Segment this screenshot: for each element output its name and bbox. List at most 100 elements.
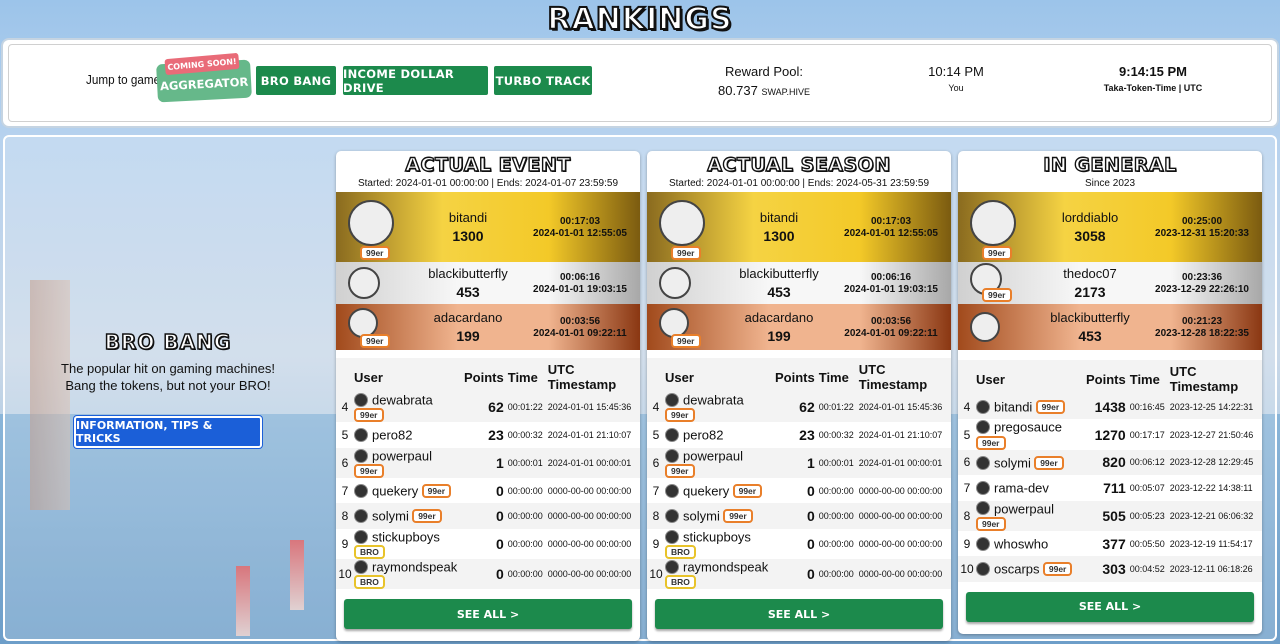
- podium-user: blackibutterfly: [739, 266, 819, 281]
- user-avatar-icon: [665, 529, 679, 544]
- row-points: 23: [799, 427, 815, 444]
- row-user: powerpaul: [683, 448, 743, 464]
- row-points: 0: [495, 508, 504, 525]
- row-timestamp: 2023-12-21 06:06:32: [1169, 510, 1254, 521]
- row-rank: 5: [341, 428, 349, 443]
- col-timestamp: UTC Timestamp: [1169, 360, 1262, 394]
- row-user-cell: raymondspeak BRO: [665, 559, 775, 590]
- table-row[interactable]: 9 stickupboys BRO 0 00:00:00 0000-00-00 …: [336, 529, 640, 560]
- leaderboard-table: User Points Time UTC Timestamp 4 dewabra…: [647, 358, 951, 590]
- table-row[interactable]: 8 solymi 99er 0 00:00:00 0000-00-00 00:0…: [336, 503, 640, 529]
- user-avatar-icon: [665, 392, 679, 407]
- user-avatar-icon: [976, 501, 990, 516]
- table-row[interactable]: 7 rama-dev 711 00:05:07 2023-12-22 14:38…: [958, 475, 1262, 500]
- table-row[interactable]: 9 stickupboys BRO 0 00:00:00 0000-00-00 …: [647, 529, 951, 560]
- podium-entry[interactable]: 99er lorddiablo 3058 00:25:00 2023-12-31…: [958, 192, 1262, 262]
- leaderboard-card: ACTUAL EVENT Started: 2024-01-01 00:00:0…: [336, 151, 640, 642]
- table-row[interactable]: 8 solymi 99er 0 00:00:00 0000-00-00 00:0…: [647, 503, 951, 529]
- see-all-button[interactable]: SEE ALL >: [344, 599, 632, 630]
- podium-entry[interactable]: 99er adacardano 199 00:03:56 2024-01-01 …: [336, 304, 640, 350]
- user-avatar-icon: [665, 448, 679, 463]
- row-time: 00:00:00: [507, 485, 543, 496]
- user-avatar-icon: [354, 428, 368, 443]
- table-row[interactable]: 10 oscarps 99er 303 00:04:52 2023-12-11 …: [958, 556, 1262, 582]
- podium-points: 453: [767, 284, 791, 300]
- row-user: solymi: [994, 455, 1031, 471]
- row-points: 1: [495, 454, 504, 471]
- table-row[interactable]: 10 raymondspeak BRO 0 00:00:00 0000-00-0…: [647, 559, 951, 590]
- row-user-cell: stickupboys BRO: [665, 529, 775, 560]
- row-points: 1438: [1094, 398, 1126, 415]
- row-points: 0: [806, 482, 815, 499]
- user-tag: BRO: [665, 545, 696, 560]
- user-tag: 99er: [982, 288, 1012, 302]
- user-avatar-icon: [665, 483, 679, 498]
- col-time: Time: [1129, 360, 1170, 394]
- podium-points: 3058: [1074, 228, 1106, 244]
- row-timestamp: 2023-12-22 14:38:11: [1169, 482, 1253, 493]
- col-user: User: [665, 358, 775, 392]
- game-button-income-dollar-drive[interactable]: INCOME DOLLAR DRIVE: [343, 66, 488, 95]
- table-row[interactable]: 9 whoswho 377 00:05:50 2023-12-19 11:54:…: [958, 531, 1262, 556]
- table-row[interactable]: 6 solymi 99er 820 00:06:12 2023-12-28 12…: [958, 449, 1262, 476]
- table-row[interactable]: 7 quekery 99er 0 00:00:00 0000-00-00 00:…: [647, 478, 951, 503]
- row-points: 820: [1102, 454, 1126, 471]
- see-all-button[interactable]: SEE ALL >: [966, 591, 1254, 622]
- table-row[interactable]: 10 raymondspeak BRO 0 00:00:00 0000-00-0…: [336, 559, 640, 590]
- row-user-cell: oscarps 99er: [976, 556, 1086, 581]
- table-row[interactable]: 4 bitandi 99er 1438 00:16:45 2023-12-25 …: [958, 394, 1262, 420]
- row-time: 00:04:52: [1129, 563, 1165, 574]
- row-user: powerpaul: [372, 448, 432, 464]
- row-user: pero82: [683, 427, 724, 443]
- user-avatar: [348, 267, 380, 299]
- podium-entry[interactable]: blackibutterfly 453 00:06:16 2024-01-01 …: [336, 262, 640, 304]
- row-user: oscarps: [994, 561, 1040, 577]
- game-button-bro-bang[interactable]: BRO BANG: [256, 66, 336, 95]
- table-row[interactable]: 4 dewabrata 99er 62 00:01:22 2024-01-01 …: [647, 392, 951, 423]
- row-timestamp: 0000-00-00 00:00:00: [547, 569, 632, 580]
- user-avatar-icon: [976, 480, 990, 495]
- table-row[interactable]: 5 pregosauce 99er 1270 00:17:17 2023-12-…: [958, 419, 1262, 450]
- table-row[interactable]: 8 powerpaul 99er 505 00:05:23 2023-12-21…: [958, 500, 1262, 531]
- table-row[interactable]: 7 quekery 99er 0 00:00:00 0000-00-00 00:…: [336, 478, 640, 503]
- row-user-cell: solymi 99er: [665, 503, 775, 528]
- row-rank: 4: [652, 400, 660, 415]
- local-time-label: You: [948, 83, 964, 93]
- user-avatar-icon: [354, 559, 368, 574]
- page-title: RANKINGS: [546, 1, 733, 38]
- information-tips-button[interactable]: INFORMATION, TIPS & TRICKS: [74, 416, 262, 448]
- user-avatar: [970, 200, 1016, 246]
- user-tag: 99er: [354, 408, 384, 423]
- podium-entry[interactable]: blackibutterfly 453 00:21:23 2023-12-28 …: [958, 304, 1262, 350]
- row-points: 0: [495, 566, 504, 583]
- row-user-cell: bitandi 99er: [976, 394, 1086, 419]
- table-row[interactable]: 4 dewabrata 99er 62 00:01:22 2024-01-01 …: [336, 392, 640, 423]
- podium-user: adacardano: [433, 310, 503, 325]
- podium-entry[interactable]: 99er thedoc07 2173 00:23:36 2023-12-29 2…: [958, 262, 1262, 304]
- row-user-cell: quekery 99er: [665, 478, 775, 503]
- table-row[interactable]: 6 powerpaul 99er 1 00:00:01 2024-01-01 0…: [647, 447, 951, 479]
- row-time: 00:00:00: [818, 485, 854, 496]
- podium-entry[interactable]: 99er bitandi 1300 00:17:03 2024-01-01 12…: [336, 192, 640, 262]
- podium-time: 00:23:36: [1181, 272, 1223, 283]
- row-time: 00:00:00: [507, 538, 543, 549]
- game-button-turbo-track[interactable]: TURBO TRACK: [494, 66, 592, 95]
- see-all-button[interactable]: SEE ALL >: [655, 599, 943, 630]
- row-rank: 5: [963, 427, 971, 442]
- podium-entry[interactable]: blackibutterfly 453 00:06:16 2024-01-01 …: [647, 262, 951, 304]
- row-user: dewabrata: [372, 392, 433, 408]
- table-row[interactable]: 6 powerpaul 99er 1 00:00:01 2024-01-01 0…: [336, 447, 640, 479]
- table-row[interactable]: 5 pero82 23 00:00:32 2024-01-01 21:10:07: [336, 422, 640, 447]
- user-tag: 99er: [1042, 562, 1073, 577]
- row-rank: 7: [652, 483, 660, 498]
- row-points: 377: [1102, 535, 1126, 552]
- user-tag: 99er: [421, 484, 452, 499]
- row-user: quekery: [683, 483, 730, 499]
- table-row[interactable]: 5 pero82 23 00:00:32 2024-01-01 21:10:07: [647, 422, 951, 447]
- podium-timestamp: 2024-01-01 12:55:05: [533, 228, 627, 239]
- podium-timestamp: 2023-12-31 15:20:33: [1155, 228, 1249, 239]
- row-timestamp: 2024-01-01 15:45:36: [858, 402, 943, 413]
- podium-entry[interactable]: 99er bitandi 1300 00:17:03 2024-01-01 12…: [647, 192, 951, 262]
- row-time: 00:16:45: [1129, 401, 1165, 412]
- podium-entry[interactable]: 99er adacardano 199 00:03:56 2024-01-01 …: [647, 304, 951, 350]
